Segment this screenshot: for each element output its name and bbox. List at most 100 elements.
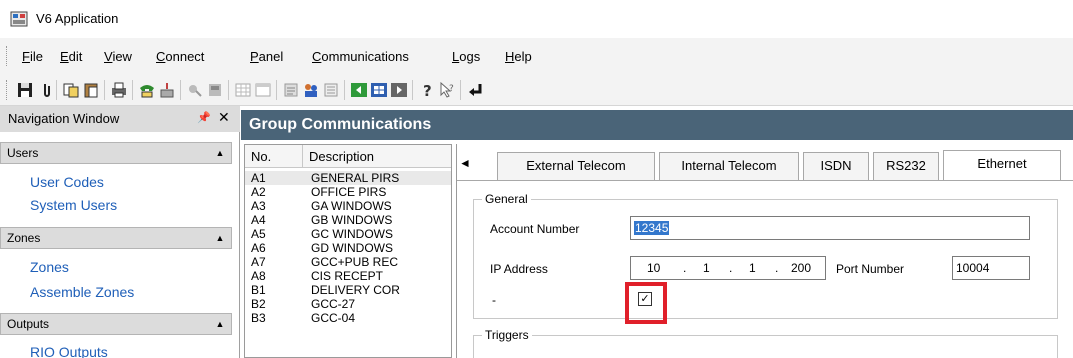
modem-icon[interactable] — [186, 81, 204, 99]
toolbar-separator — [104, 80, 105, 100]
title-bar: V6 Application — [0, 0, 1073, 38]
menu-connect[interactable]: Connect — [156, 49, 204, 64]
menu-view[interactable]: View — [104, 49, 132, 64]
nav-link-system-users[interactable]: System Users — [30, 197, 117, 213]
checkbox-label: - — [492, 293, 496, 307]
help-icon[interactable]: ? — [418, 81, 436, 99]
page-title: Group Communications — [249, 116, 432, 133]
forward-icon[interactable] — [390, 81, 408, 99]
group-list[interactable]: No. Description A1 GENERAL PIRS A2 OFFICE … — [244, 144, 452, 358]
back-arrow-icon[interactable] — [350, 81, 368, 99]
tab-divider — [457, 180, 1073, 181]
copy-icon[interactable] — [62, 81, 80, 99]
paste-icon[interactable] — [82, 81, 100, 99]
tab-external-telecom[interactable]: External Telecom — [497, 152, 655, 180]
list-item[interactable]: A1 GENERAL PIRS — [245, 171, 451, 185]
toolbar-separator — [228, 80, 229, 100]
account-number-value: 12345 — [634, 221, 670, 235]
column-header-description[interactable]: Description — [303, 145, 451, 168]
menu-panel[interactable]: Panel — [250, 49, 283, 64]
report-icon[interactable] — [282, 81, 300, 99]
close-icon[interactable]: ✕ — [218, 109, 230, 126]
context-help-icon[interactable]: ? — [438, 81, 456, 99]
ip-dot: . — [729, 261, 733, 275]
ip-dot: . — [775, 261, 779, 275]
triggers-group: Triggers — [473, 328, 1058, 358]
list-icon[interactable] — [322, 81, 340, 99]
account-number-field[interactable]: 12345 — [630, 216, 1030, 240]
list-item[interactable]: A7 GCC+PUB REC — [245, 255, 451, 269]
tab-ethernet[interactable]: Ethernet — [943, 150, 1061, 181]
account-number-label: Account Number — [490, 222, 580, 236]
port-number-label: Port Number — [836, 262, 905, 276]
navigation-header: Navigation Window 📌 ✕ — [0, 106, 240, 132]
table-icon[interactable] — [370, 81, 388, 99]
menu-grip — [6, 46, 9, 66]
triggers-legend: Triggers — [482, 328, 532, 342]
nav-link-rio-outputs[interactable]: RIO Outputs — [30, 344, 108, 358]
menu-logs[interactable]: Logs — [452, 49, 480, 64]
nav-group-outputs[interactable]: Outputs ▲ — [0, 313, 232, 335]
toolbar-separator — [460, 80, 461, 100]
ip-address-field[interactable]: 10 . 1 . 1 . 200 — [630, 256, 826, 280]
connect-phone-icon[interactable] — [138, 81, 156, 99]
tab-isdn[interactable]: ISDN — [803, 152, 869, 180]
save-icon[interactable] — [16, 81, 34, 99]
list-item[interactable]: B3 GCC-04 — [245, 311, 451, 325]
pin-icon[interactable]: 📌 — [197, 111, 211, 124]
highlight-box — [625, 282, 667, 324]
collapse-icon[interactable]: ▲ — [213, 147, 227, 159]
list-item[interactable]: B2 GCC-27 — [245, 297, 451, 311]
attach-icon[interactable] — [36, 81, 54, 99]
list-item[interactable]: A2 OFFICE PIRS — [245, 185, 451, 199]
collapse-icon[interactable]: ▲ — [213, 318, 227, 330]
toolbar-separator — [276, 80, 277, 100]
toolbar-separator — [56, 80, 57, 100]
list-item[interactable]: A3 GA WINDOWS — [245, 199, 451, 213]
ip-octet-4: 200 — [791, 261, 812, 275]
toolbar-separator — [180, 80, 181, 100]
panel-icon[interactable] — [206, 81, 224, 99]
list-item[interactable]: A8 CIS RECEPT — [245, 269, 451, 283]
svg-text:?: ? — [449, 84, 454, 94]
users-icon[interactable] — [302, 81, 320, 99]
navigation-title: Navigation Window — [8, 111, 120, 126]
enter-icon[interactable] — [466, 81, 484, 99]
grid-icon[interactable] — [234, 81, 252, 99]
list-item[interactable]: A6 GD WINDOWS — [245, 241, 451, 255]
list-item[interactable]: A4 GB WINDOWS — [245, 213, 451, 227]
ip-octet-1: 10 — [647, 261, 661, 275]
toolbar-separator — [412, 80, 413, 100]
column-header-no[interactable]: No. — [245, 145, 303, 168]
nav-link-zones[interactable]: Zones — [30, 259, 69, 275]
toolbar: ? ? — [0, 74, 1073, 106]
collapse-icon[interactable]: ▲ — [213, 232, 227, 244]
menu-file[interactable]: File — [22, 49, 43, 64]
app-icon — [10, 11, 28, 27]
port-number-value: 10004 — [956, 261, 990, 275]
ip-octet-3: 1 — [749, 261, 756, 275]
nav-link-user-codes[interactable]: User Codes — [30, 174, 104, 190]
tab-scroll-left-icon[interactable]: ◄ — [459, 156, 471, 170]
tab-rs232[interactable]: RS232 — [873, 152, 939, 180]
port-number-field[interactable]: 10004 — [952, 256, 1030, 280]
settings-panel: ◄ External Telecom Internal Telecom ISDN… — [456, 144, 1073, 358]
toolbar-separator — [344, 80, 345, 100]
nav-link-assemble-zones[interactable]: Assemble Zones — [30, 284, 134, 300]
menu-communications[interactable]: Communications — [312, 49, 409, 64]
menu-help[interactable]: Help — [505, 49, 532, 64]
list-item[interactable]: B1 DELIVERY COR — [245, 283, 451, 297]
group-communications-header: Group Communications — [241, 110, 1073, 140]
ip-octet-2: 1 — [703, 261, 710, 275]
window-icon[interactable] — [254, 81, 272, 99]
nav-group-users[interactable]: Users ▲ — [0, 142, 232, 164]
tab-internal-telecom[interactable]: Internal Telecom — [659, 152, 799, 180]
toolbar-separator — [132, 80, 133, 100]
disconnect-icon[interactable] — [158, 81, 176, 99]
nav-group-label: Outputs — [7, 317, 50, 331]
menu-edit[interactable]: Edit — [60, 49, 82, 64]
print-icon[interactable] — [110, 81, 128, 99]
nav-group-zones[interactable]: Zones ▲ — [0, 227, 232, 249]
list-item[interactable]: A5 GC WINDOWS — [245, 227, 451, 241]
ip-address-label: IP Address — [490, 262, 548, 276]
